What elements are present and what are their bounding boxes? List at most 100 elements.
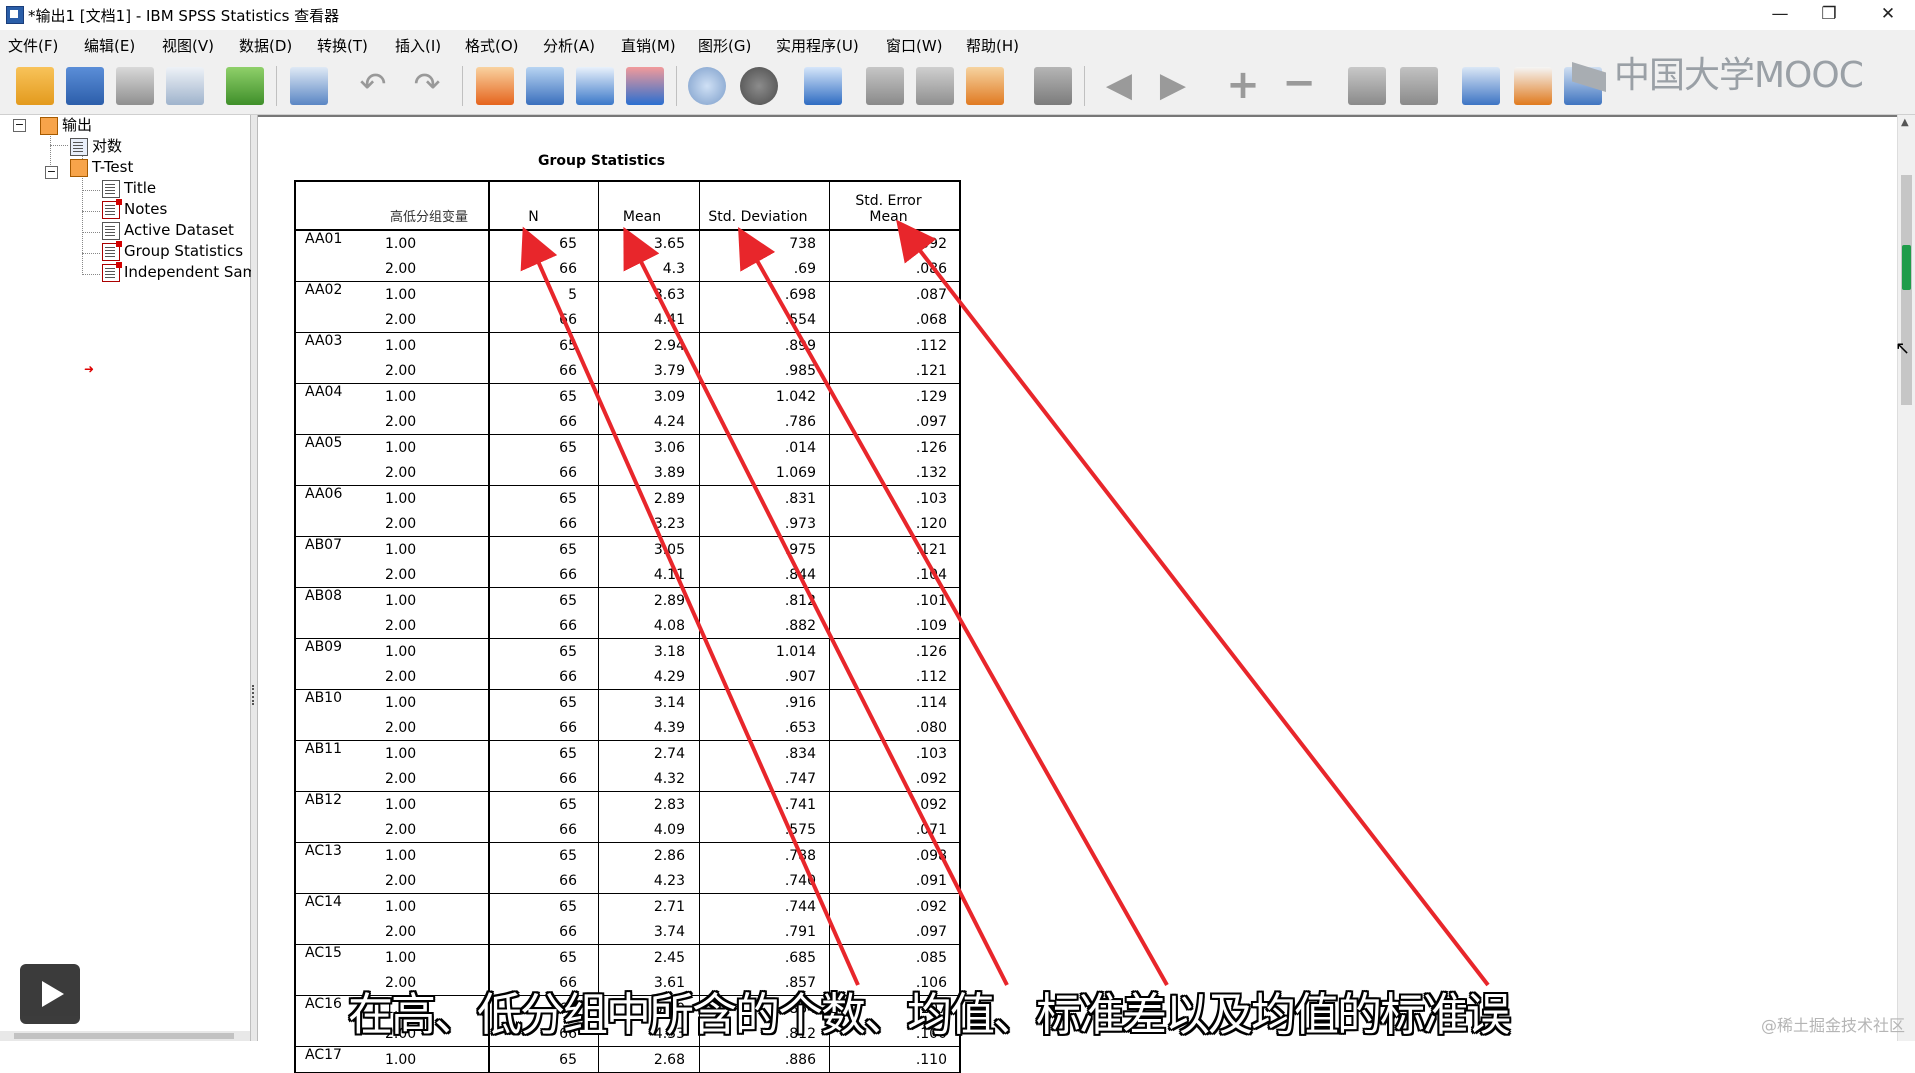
mean-header: Mean xyxy=(598,180,700,231)
menu-utilities[interactable]: 实用程序(U) xyxy=(776,35,859,56)
tree-item-output[interactable]: 输出 xyxy=(40,115,92,135)
n-cell: 65 xyxy=(488,434,599,460)
n-cell: 66 xyxy=(488,460,599,486)
table-row: 2.00 66 4.41.554.068 xyxy=(294,307,961,333)
std-deviation-cell: .741 xyxy=(699,791,830,817)
expand-icon[interactable]: + xyxy=(1224,65,1262,105)
menu-analyze[interactable]: 分析(A) xyxy=(543,35,595,56)
tree-item-title[interactable]: Title xyxy=(102,178,156,198)
variables-icon[interactable] xyxy=(626,67,664,105)
insert-page-break-icon[interactable] xyxy=(1514,67,1552,105)
menu-direct-marketing[interactable]: 直销(M) xyxy=(621,35,676,56)
play-button[interactable] xyxy=(20,964,80,1024)
collapse-ttest-expander[interactable]: − xyxy=(45,166,58,179)
insert-chart-icon[interactable] xyxy=(1034,67,1072,105)
mean-cell: 4.23 xyxy=(598,868,700,894)
print-icon[interactable] xyxy=(116,67,154,105)
scrollbar-thumb[interactable] xyxy=(1901,175,1912,405)
hide-icon[interactable] xyxy=(1400,67,1438,105)
mean-cell: 2.89 xyxy=(598,587,700,613)
output-vertical-scrollbar[interactable]: ▲ xyxy=(1897,115,1915,1041)
goto-data-icon[interactable] xyxy=(290,67,328,105)
menu-transform[interactable]: 转换(T) xyxy=(317,35,368,56)
collapse-icon[interactable]: − xyxy=(1280,63,1318,105)
pane-splitter[interactable] xyxy=(251,115,258,1041)
variable-cell: AC14 xyxy=(294,893,385,919)
insert-text-icon[interactable] xyxy=(966,67,1004,105)
tree-item-active-dataset[interactable]: Active Dataset xyxy=(102,220,234,240)
show-all-icon[interactable] xyxy=(1462,67,1500,105)
scrollbar-thumb[interactable] xyxy=(14,1033,234,1039)
menu-format[interactable]: 格式(O) xyxy=(465,35,519,56)
group-statistics-table[interactable]: 高低分组变量 N Mean Std. Deviation Std. Error M… xyxy=(294,180,961,1073)
close-button[interactable]: ✕ xyxy=(1865,0,1911,30)
goto-variable-icon[interactable] xyxy=(526,67,564,105)
tree-item-log[interactable]: 对数 xyxy=(70,136,122,156)
restore-button[interactable]: ❐ xyxy=(1806,0,1852,30)
export-icon[interactable] xyxy=(226,67,264,105)
window-title: *输出1 [文档1] - IBM SPSS Statistics 查看器 xyxy=(28,7,340,25)
std-error-cell: .103 xyxy=(829,740,961,766)
open-icon[interactable] xyxy=(16,67,54,105)
mean-cell: 4.29 xyxy=(598,664,700,690)
std-error-cell: .101 xyxy=(829,587,961,613)
table-row: AA01 1.00 65 3.65 738.092 xyxy=(294,230,961,256)
watermark: @稀土掘金技术社区 xyxy=(1760,1016,1905,1035)
scroll-marker-icon xyxy=(1902,245,1911,290)
menu-data[interactable]: 数据(D) xyxy=(239,35,292,56)
table-row: AB11 1.00 65 2.74.834.103 xyxy=(294,740,961,766)
std-deviation-cell: .975 xyxy=(699,536,830,562)
value-labels-icon[interactable] xyxy=(804,67,842,105)
insert-heading-icon[interactable] xyxy=(866,67,904,105)
menu-window[interactable]: 窗口(W) xyxy=(886,35,943,56)
menu-graphs[interactable]: 图形(G) xyxy=(698,35,751,56)
redo-icon[interactable]: ↷ xyxy=(408,67,446,105)
table-row: AA02 1.00 5 3.63.698.087 xyxy=(294,281,961,307)
tree-item-active-dataset-label: Active Dataset xyxy=(124,221,234,239)
table-row: 2.00 66 4.3.69.086 xyxy=(294,256,961,282)
menu-insert[interactable]: 插入(I) xyxy=(395,35,441,56)
std-error-cell: .091 xyxy=(829,868,961,894)
table-row: AC17 1.00 65 2.68.886.110 xyxy=(294,1046,961,1073)
group-cell: 2.00 xyxy=(385,715,489,741)
scroll-up-icon[interactable]: ▲ xyxy=(1901,117,1909,128)
collapse-output-expander[interactable]: − xyxy=(13,119,26,132)
tree-item-group-statistics[interactable]: Group Statistics xyxy=(102,240,243,261)
menu-edit[interactable]: 编辑(E) xyxy=(84,35,135,56)
std-error-cell: .085 xyxy=(829,944,961,970)
std-deviation-cell: .786 xyxy=(699,409,830,435)
table-row: 2.00 66 4.23.740.091 xyxy=(294,868,961,894)
print-preview-icon[interactable] xyxy=(166,67,204,105)
mean-cell: 3.65 xyxy=(598,230,700,256)
variable-cell xyxy=(294,715,385,741)
active-dataset-page-icon xyxy=(102,221,120,240)
insert-title-icon[interactable] xyxy=(916,67,954,105)
insert-cases-icon[interactable] xyxy=(576,67,614,105)
undo-icon[interactable]: ↶ xyxy=(354,67,392,105)
tree-item-independent-samples[interactable]: Independent Sam xyxy=(102,261,257,282)
mean-cell: 4.41 xyxy=(598,307,700,333)
group-statistics-page-icon xyxy=(102,240,122,261)
select-cases-icon[interactable] xyxy=(740,67,778,105)
group-cell: 2.00 xyxy=(385,562,489,588)
group-cell: 2.00 xyxy=(385,817,489,843)
menu-help[interactable]: 帮助(H) xyxy=(966,35,1019,56)
std-deviation-cell: .575 xyxy=(699,817,830,843)
save-icon[interactable] xyxy=(66,67,104,105)
menu-view[interactable]: 视图(V) xyxy=(162,35,214,56)
demote-icon[interactable]: ▶ xyxy=(1154,67,1192,105)
promote-icon[interactable]: ◀ xyxy=(1100,67,1138,105)
outline-horizontal-scrollbar[interactable] xyxy=(0,1031,250,1041)
goto-case-icon[interactable] xyxy=(476,67,514,105)
designate-window-icon[interactable] xyxy=(688,67,726,105)
n-cell: 66 xyxy=(488,307,599,333)
show-icon[interactable] xyxy=(1348,67,1386,105)
tree-item-notes[interactable]: Notes xyxy=(102,198,167,219)
minimize-button[interactable]: — xyxy=(1757,0,1803,30)
n-cell: 65 xyxy=(488,1046,599,1073)
menu-file[interactable]: 文件(F) xyxy=(8,35,58,56)
n-cell: 65 xyxy=(488,485,599,511)
std-deviation-cell: .844 xyxy=(699,562,830,588)
variable-cell xyxy=(294,664,385,690)
tree-item-ttest[interactable]: T-Test xyxy=(70,157,133,177)
